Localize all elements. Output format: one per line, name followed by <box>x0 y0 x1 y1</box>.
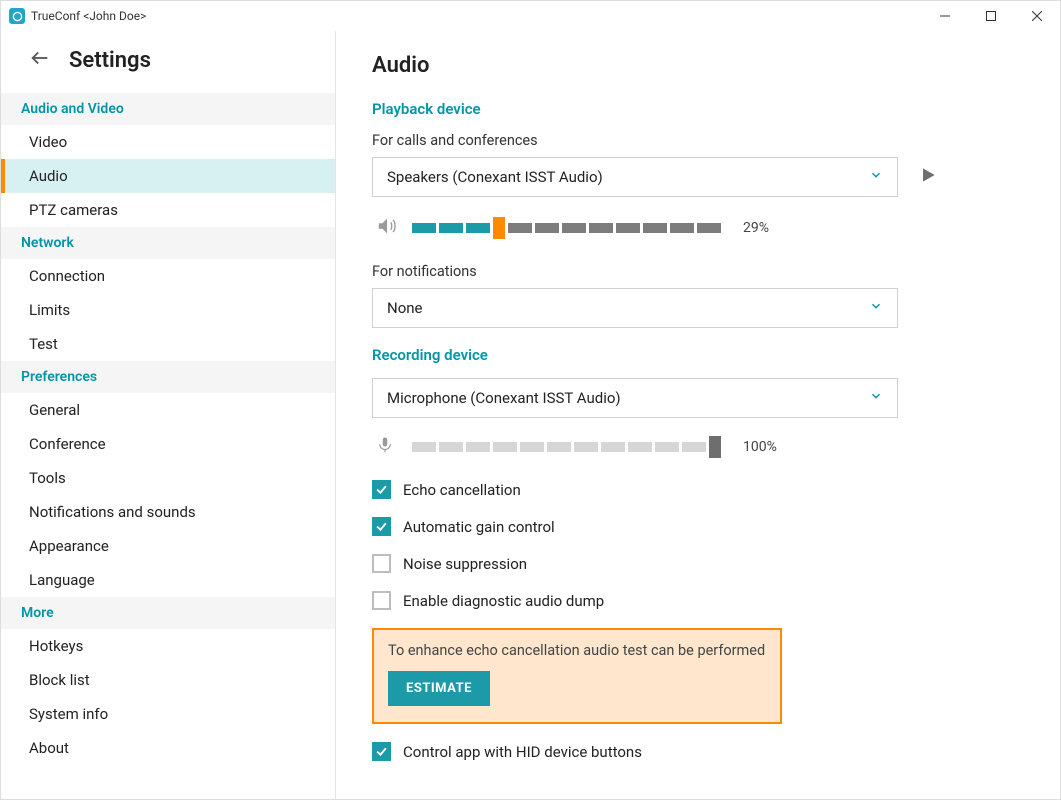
dump-label: Enable diagnostic audio dump <box>403 592 604 610</box>
app-icon <box>9 8 25 24</box>
checkbox-off-icon <box>372 554 391 573</box>
speaker-icon <box>376 215 398 241</box>
noise-label: Noise suppression <box>403 555 527 573</box>
checkbox-off-icon <box>372 591 391 610</box>
sidebar-item-conference[interactable]: Conference <box>1 427 335 461</box>
sidebar-item-ptz-cameras[interactable]: PTZ cameras <box>1 193 335 227</box>
maximize-button[interactable] <box>968 1 1014 31</box>
nav-section-header: Preferences <box>1 361 335 393</box>
playback-device-dropdown[interactable]: Speakers (Conexant ISST Audio) <box>372 157 898 197</box>
sidebar-item-general[interactable]: General <box>1 393 335 427</box>
play-test-button[interactable] <box>918 165 938 189</box>
sidebar-item-appearance[interactable]: Appearance <box>1 529 335 563</box>
recording-device-dropdown[interactable]: Microphone (Conexant ISST Audio) <box>372 378 898 418</box>
echo-label: Echo cancellation <box>403 481 521 499</box>
chevron-down-icon <box>869 299 883 317</box>
sidebar-item-limits[interactable]: Limits <box>1 293 335 327</box>
checkbox-on-icon <box>372 517 391 536</box>
window-title: TrueConf <John Doe> <box>31 9 146 23</box>
mic-level-percent: 100% <box>743 439 777 455</box>
nav-section-header: Audio and Video <box>1 93 335 125</box>
checkbox-on-icon <box>372 742 391 761</box>
dump-checkbox-row[interactable]: Enable diagnostic audio dump <box>372 591 1004 610</box>
volume-slider[interactable] <box>412 217 721 239</box>
hid-label: Control app with HID device buttons <box>403 743 642 761</box>
sidebar-item-system-info[interactable]: System info <box>1 697 335 731</box>
page-title: Audio <box>372 53 1004 78</box>
titlebar: TrueConf <John Doe> <box>1 1 1060 31</box>
sidebar-item-connection[interactable]: Connection <box>1 259 335 293</box>
sidebar-item-about[interactable]: About <box>1 731 335 765</box>
estimate-button[interactable]: ESTIMATE <box>388 671 490 706</box>
agc-checkbox-row[interactable]: Automatic gain control <box>372 517 1004 536</box>
sidebar-item-audio[interactable]: Audio <box>1 159 335 193</box>
mic-level-slider[interactable] <box>412 436 721 458</box>
agc-label: Automatic gain control <box>403 518 555 536</box>
sidebar-item-block-list[interactable]: Block list <box>1 663 335 697</box>
sidebar: Settings Audio and VideoVideoAudioPTZ ca… <box>1 31 336 799</box>
playback-device-value: Speakers (Conexant ISST Audio) <box>387 168 603 186</box>
notification-device-dropdown[interactable]: None <box>372 288 898 328</box>
settings-heading: Settings <box>69 48 151 73</box>
sidebar-item-hotkeys[interactable]: Hotkeys <box>1 629 335 663</box>
recording-device-value: Microphone (Conexant ISST Audio) <box>387 389 621 407</box>
notif-label: For notifications <box>372 263 1004 280</box>
estimate-panel: To enhance echo cancellation audio test … <box>372 628 782 724</box>
notification-device-value: None <box>387 299 423 317</box>
recording-heading: Recording device <box>372 346 1004 364</box>
minimize-button[interactable] <box>922 1 968 31</box>
estimate-text: To enhance echo cancellation audio test … <box>388 642 766 659</box>
checkbox-on-icon <box>372 480 391 499</box>
main-panel: Audio Playback device For calls and conf… <box>336 31 1060 799</box>
sidebar-item-test[interactable]: Test <box>1 327 335 361</box>
microphone-icon <box>376 436 398 458</box>
settings-nav: Audio and VideoVideoAudioPTZ camerasNetw… <box>1 93 335 765</box>
noise-checkbox-row[interactable]: Noise suppression <box>372 554 1004 573</box>
echo-checkbox-row[interactable]: Echo cancellation <box>372 480 1004 499</box>
nav-section-header: More <box>1 597 335 629</box>
back-arrow-icon[interactable] <box>29 47 51 73</box>
playback-heading: Playback device <box>372 100 1004 118</box>
chevron-down-icon <box>869 389 883 407</box>
hid-checkbox-row[interactable]: Control app with HID device buttons <box>372 742 1004 761</box>
sidebar-item-language[interactable]: Language <box>1 563 335 597</box>
nav-section-header: Network <box>1 227 335 259</box>
chevron-down-icon <box>869 168 883 186</box>
sidebar-item-video[interactable]: Video <box>1 125 335 159</box>
calls-label: For calls and conferences <box>372 132 1004 149</box>
sidebar-item-tools[interactable]: Tools <box>1 461 335 495</box>
sidebar-item-notifications-and-sounds[interactable]: Notifications and sounds <box>1 495 335 529</box>
close-button[interactable] <box>1014 1 1060 31</box>
volume-percent: 29% <box>743 220 769 236</box>
